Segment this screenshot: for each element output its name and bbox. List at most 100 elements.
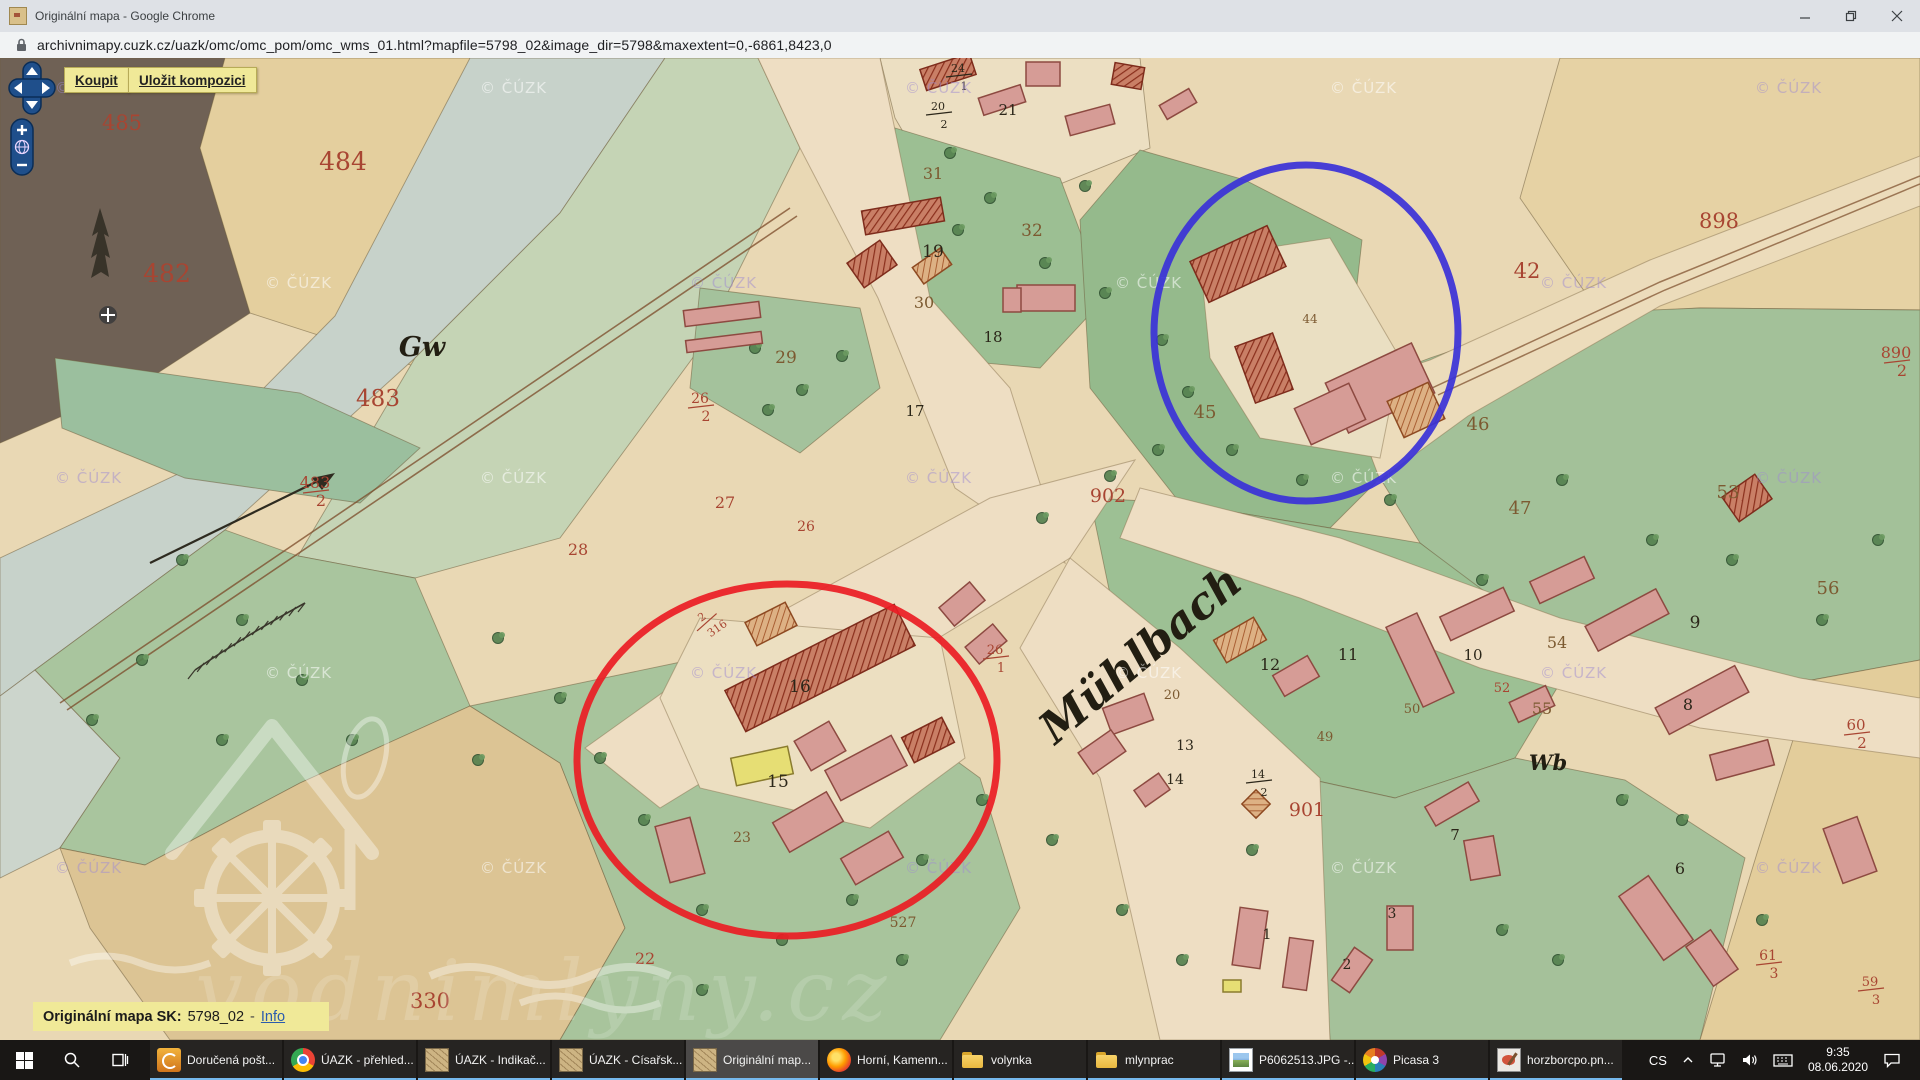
svg-text:1: 1 bbox=[1263, 927, 1272, 943]
building bbox=[1223, 980, 1241, 992]
svg-text:10: 10 bbox=[1463, 646, 1482, 664]
svg-text:21: 21 bbox=[998, 101, 1017, 119]
minimize-icon bbox=[1799, 10, 1811, 22]
task-view-button[interactable] bbox=[96, 1040, 144, 1080]
task-view-icon bbox=[111, 1051, 129, 1069]
parcel-label: 47 bbox=[1509, 498, 1532, 519]
window-title: Originální mapa - Google Chrome bbox=[35, 9, 215, 23]
taskbar-clock[interactable]: 9:35 08.06.2020 bbox=[1800, 1045, 1876, 1075]
close-icon bbox=[1891, 10, 1903, 22]
svg-text:26: 26 bbox=[987, 643, 1004, 658]
parcel-label: 15 bbox=[767, 772, 789, 792]
parcel-label: 6 bbox=[1675, 859, 1685, 878]
svg-text:50: 50 bbox=[1404, 702, 1421, 717]
svg-text:2: 2 bbox=[1343, 957, 1352, 973]
svg-text:485: 485 bbox=[102, 111, 142, 135]
parcel-label: 1 bbox=[1263, 927, 1272, 943]
crosshair-marker bbox=[99, 306, 117, 324]
taskbar-item[interactable]: volynka bbox=[954, 1040, 1086, 1080]
svg-text:3: 3 bbox=[1388, 906, 1397, 922]
svg-text:2: 2 bbox=[941, 118, 948, 131]
pan-control-icon bbox=[8, 61, 56, 115]
restore-button[interactable] bbox=[1828, 0, 1874, 32]
svg-text:14: 14 bbox=[1166, 772, 1184, 788]
lock-icon bbox=[16, 38, 27, 52]
parcel-label: 527 bbox=[890, 915, 917, 931]
clock-date: 08.06.2020 bbox=[1808, 1060, 1868, 1075]
map-viewport[interactable]: 4854844824834832262272628231690290142898… bbox=[0, 58, 1920, 1040]
svg-text:Wb: Wb bbox=[1529, 750, 1567, 775]
taskbar-item[interactable]: Picasa 3 bbox=[1356, 1040, 1488, 1080]
svg-text:6: 6 bbox=[1675, 859, 1685, 878]
svg-text:15: 15 bbox=[767, 772, 789, 792]
svg-text:483: 483 bbox=[356, 386, 400, 412]
svg-text:60: 60 bbox=[1846, 716, 1865, 734]
system-tray: CS 9:35 08.06.2020 bbox=[1642, 1040, 1920, 1080]
parcel-label: 18 bbox=[983, 328, 1002, 346]
minimize-button[interactable] bbox=[1782, 0, 1828, 32]
zoom-control[interactable] bbox=[10, 118, 34, 181]
parcel-label: 14 bbox=[1166, 772, 1184, 788]
taskbar-item[interactable]: P6062513.JPG -... bbox=[1222, 1040, 1354, 1080]
volume-button[interactable] bbox=[1734, 1040, 1766, 1080]
parcel-label: 20 bbox=[1164, 688, 1181, 703]
parcel-label: 902 bbox=[1090, 485, 1126, 507]
start-button[interactable] bbox=[0, 1040, 48, 1080]
building bbox=[1111, 63, 1144, 90]
svg-text:3: 3 bbox=[1872, 993, 1880, 1008]
svg-text:23: 23 bbox=[733, 830, 751, 846]
parcel-label: Gw bbox=[399, 332, 447, 363]
taskbar-item-label: Doručená pošt... bbox=[187, 1053, 275, 1067]
cuzk-watermark: © ČÚZK bbox=[1115, 663, 1182, 682]
buy-button[interactable]: Koupit bbox=[64, 67, 129, 93]
svg-text:16: 16 bbox=[789, 677, 811, 697]
svg-text:30: 30 bbox=[914, 293, 934, 312]
cuzk-watermark: © ČÚZK bbox=[690, 663, 757, 682]
building bbox=[1017, 285, 1075, 311]
taskbar-item[interactable]: mlynprac bbox=[1088, 1040, 1220, 1080]
taskbar-item[interactable]: Horní, Kamenn... bbox=[820, 1040, 952, 1080]
language-indicator[interactable]: CS bbox=[1642, 1040, 1674, 1080]
save-composition-button[interactable]: Uložit kompozici bbox=[128, 67, 257, 93]
parcel-label: 32 bbox=[1021, 221, 1043, 241]
address-bar[interactable]: archivnimapy.cuzk.cz/uazk/omc/omc_pom/om… bbox=[0, 32, 1920, 59]
parcel-label: 10 bbox=[1463, 646, 1482, 664]
building bbox=[1003, 288, 1021, 312]
parcel-label: 7 bbox=[1450, 826, 1460, 844]
svg-text:31: 31 bbox=[923, 164, 943, 183]
taskbar-item[interactable]: Originální map... bbox=[686, 1040, 818, 1080]
cuzk-watermark: © ČÚZK bbox=[905, 78, 972, 97]
action-center-button[interactable] bbox=[1876, 1040, 1908, 1080]
cuzk-watermark: © ČÚZK bbox=[480, 858, 547, 877]
svg-text:28: 28 bbox=[568, 540, 588, 559]
taskbar-item[interactable]: ÚAZK - Císařsk... bbox=[552, 1040, 684, 1080]
parcel-label: 3 bbox=[1388, 906, 1397, 922]
svg-text:59: 59 bbox=[1862, 975, 1879, 990]
taskbar-item[interactable]: Doručená pošt... bbox=[150, 1040, 282, 1080]
svg-text:484: 484 bbox=[319, 147, 367, 176]
svg-text:483: 483 bbox=[300, 473, 331, 492]
search-button[interactable] bbox=[48, 1040, 96, 1080]
cadastral-map[interactable]: 4854844824834832262272628231690290142898… bbox=[0, 58, 1920, 1040]
cuzk-watermark: © ČÚZK bbox=[55, 468, 122, 487]
info-link[interactable]: Info bbox=[261, 1009, 285, 1025]
svg-text:8: 8 bbox=[1683, 695, 1693, 714]
tray-chevron-button[interactable] bbox=[1674, 1040, 1702, 1080]
taskbar-item[interactable]: horzborcpo.pn... bbox=[1490, 1040, 1622, 1080]
svg-text:46: 46 bbox=[1467, 414, 1490, 435]
svg-text:49: 49 bbox=[1317, 730, 1334, 745]
svg-text:26: 26 bbox=[797, 519, 815, 535]
url-text[interactable]: archivnimapy.cuzk.cz/uazk/omc/omc_pom/om… bbox=[37, 37, 832, 53]
svg-text:20: 20 bbox=[931, 100, 945, 113]
cuzk-watermark: © ČÚZK bbox=[1115, 273, 1182, 292]
svg-text:20: 20 bbox=[1164, 688, 1181, 703]
taskbar-item[interactable]: ÚAZK - Indikač... bbox=[418, 1040, 550, 1080]
network-button[interactable] bbox=[1702, 1040, 1734, 1080]
touch-keyboard-button[interactable] bbox=[1766, 1040, 1800, 1080]
close-button[interactable] bbox=[1874, 0, 1920, 32]
taskbar-item[interactable]: ÚAZK - přehled... bbox=[284, 1040, 416, 1080]
parcel-label: Wb bbox=[1529, 750, 1567, 775]
svg-text:52: 52 bbox=[1494, 681, 1511, 696]
parcel-label: 44 bbox=[1302, 312, 1318, 326]
pan-control[interactable] bbox=[8, 61, 56, 120]
